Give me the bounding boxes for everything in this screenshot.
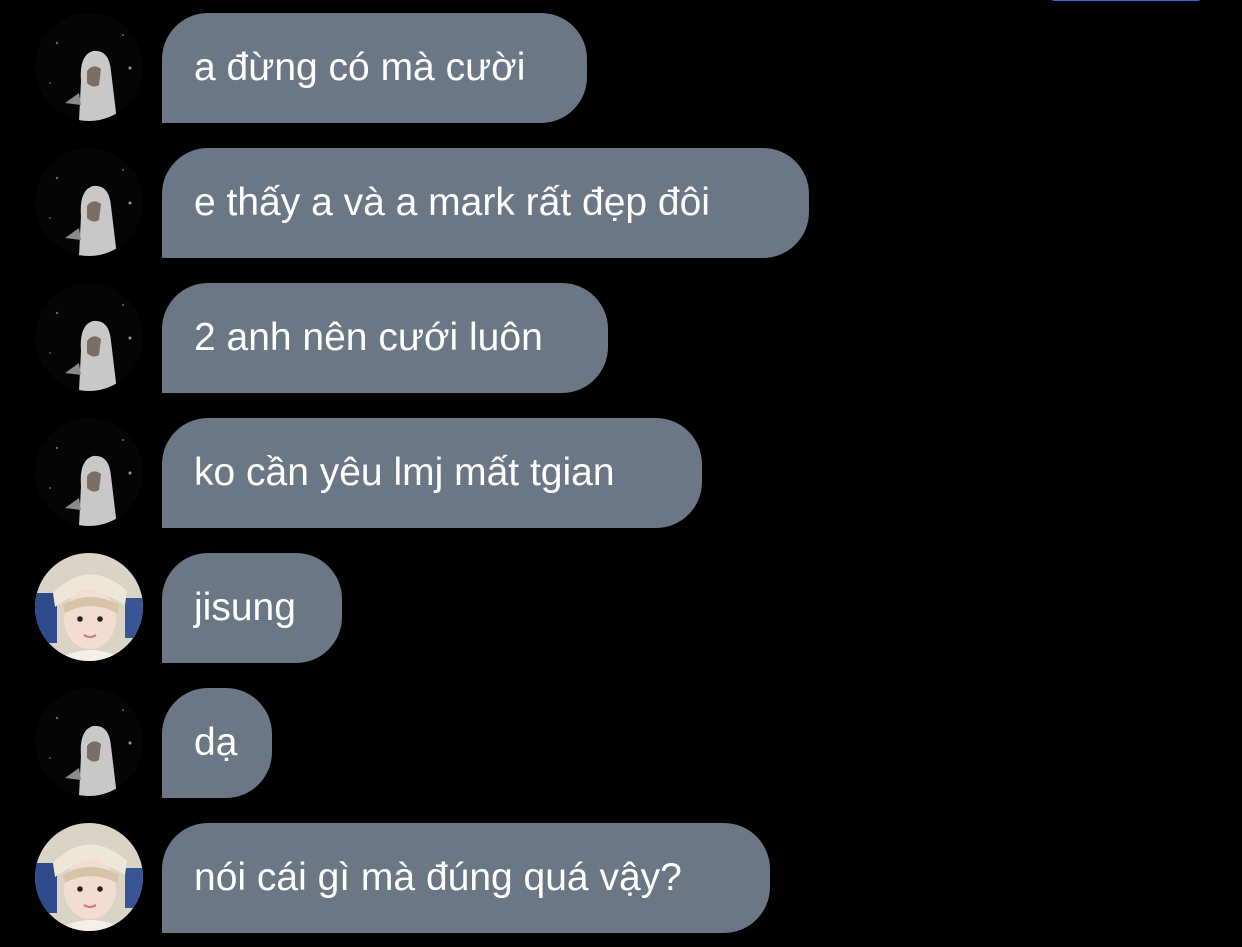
message-text: e thấy a và a mark rất đẹp đôi <box>194 181 710 224</box>
message-bubble[interactable]: ko cần yêu lmj mất tgian <box>162 418 702 528</box>
avatar-image <box>35 283 143 391</box>
avatar-light-photo[interactable] <box>35 553 143 661</box>
avatar-dark-hood[interactable] <box>35 688 143 796</box>
message-bubble[interactable]: 2 anh nên cưới luôn <box>162 283 608 393</box>
avatar-image <box>35 418 143 526</box>
chat-thread: a đừng có mà cười e thấy a và a mark rất… <box>0 0 1242 947</box>
message-bubble[interactable]: e thấy a và a mark rất đẹp đôi <box>162 148 809 258</box>
message-row: ko cần yêu lmj mất tgian <box>0 418 1242 528</box>
message-row: a đừng có mà cười <box>0 13 1242 123</box>
message-bubble[interactable]: dạ <box>162 688 272 798</box>
message-bubble[interactable]: a đừng có mà cười <box>162 13 587 123</box>
avatar-dark-hood[interactable] <box>35 148 143 256</box>
message-row: e thấy a và a mark rất đẹp đôi <box>0 148 1242 258</box>
message-text: a đừng có mà cười <box>194 46 526 89</box>
avatar-image <box>35 13 143 121</box>
message-row: nói cái gì mà đúng quá vậy? <box>0 823 1242 933</box>
message-row: dạ <box>0 688 1242 798</box>
avatar-dark-hood[interactable] <box>35 418 143 526</box>
message-text: 2 anh nên cưới luôn <box>194 316 543 359</box>
message-text: jisung <box>194 586 296 629</box>
avatar-image <box>35 553 143 661</box>
top-accent-bar[interactable] <box>1050 0 1202 1</box>
message-bubble[interactable]: jisung <box>162 553 342 663</box>
message-row: jisung <box>0 553 1242 663</box>
avatar-image <box>35 148 143 256</box>
avatar-dark-hood[interactable] <box>35 13 143 121</box>
message-text: dạ <box>194 721 238 764</box>
message-bubble[interactable]: nói cái gì mà đúng quá vậy? <box>162 823 770 933</box>
message-text: ko cần yêu lmj mất tgian <box>194 451 615 494</box>
avatar-light-photo[interactable] <box>35 823 143 931</box>
avatar-dark-hood[interactable] <box>35 283 143 391</box>
message-text: nói cái gì mà đúng quá vậy? <box>194 856 682 899</box>
avatar-image <box>35 688 143 796</box>
message-row: 2 anh nên cưới luôn <box>0 283 1242 393</box>
avatar-image <box>35 823 143 931</box>
